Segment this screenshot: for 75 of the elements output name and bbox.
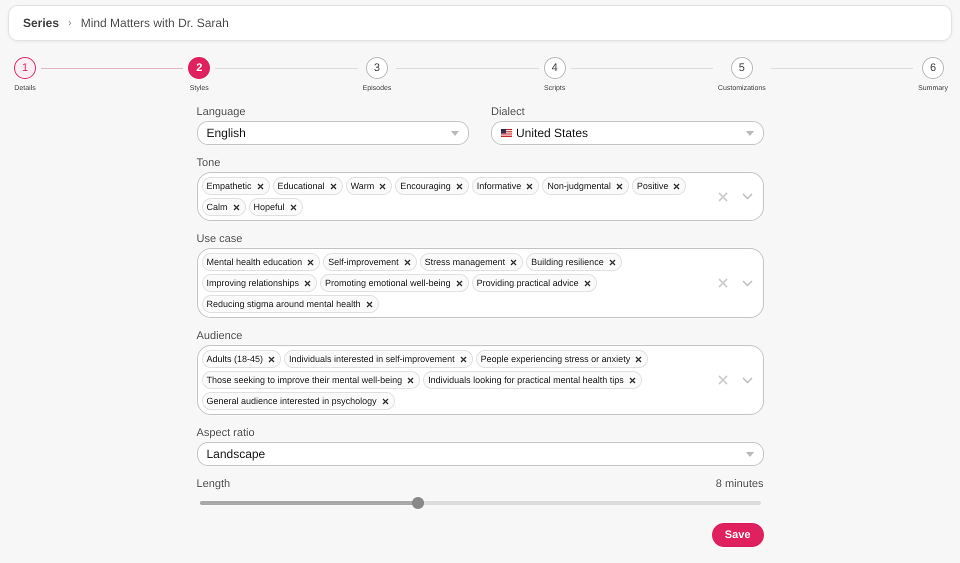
remove-icon[interactable] <box>304 280 312 286</box>
remove-icon[interactable] <box>330 182 337 190</box>
tag-label: Empathetic <box>206 181 252 191</box>
field-label: Use case <box>196 233 244 245</box>
remove-icon[interactable] <box>456 280 463 286</box>
remove-icon[interactable] <box>382 398 389 404</box>
tag-label: Improving relationships <box>206 278 300 288</box>
breadcrumb-separator: › <box>68 17 72 29</box>
remove-icon[interactable] <box>290 204 297 210</box>
remove-icon[interactable] <box>379 182 386 190</box>
tag-label: Informative <box>476 181 522 191</box>
tag-label: Those seeking to improve their mental well-being <box>206 375 402 385</box>
tag-label: Encouraging <box>400 181 451 191</box>
tag-label: Providing practical advice <box>476 278 579 288</box>
caret-icon <box>451 130 459 136</box>
tag-label: Educational <box>278 181 325 191</box>
remove-icon[interactable] <box>366 300 373 308</box>
tag-label: Self-improvement <box>328 257 399 267</box>
save-button[interactable]: Save <box>712 523 764 547</box>
step-circle[interactable]: 4 <box>544 57 566 79</box>
caret-icon <box>746 452 754 456</box>
field-label: Language <box>196 106 246 118</box>
breadcrumb-link[interactable]: Series <box>23 16 60 30</box>
breadcrumb-current: Mind Matters with Dr. Sarah <box>80 16 229 30</box>
step-circle[interactable]: 5 <box>730 57 753 79</box>
remove-icon[interactable] <box>404 258 411 266</box>
remove-icon[interactable] <box>608 258 616 266</box>
tag-label: Adults (18-45) <box>206 354 264 364</box>
tag-label: Positive <box>636 181 668 191</box>
remove-icon[interactable] <box>584 280 591 286</box>
tag-label: Hopeful <box>254 202 285 212</box>
remove-icon[interactable] <box>232 204 240 210</box>
tag-label: People experiencing stress or anxiety <box>480 354 630 364</box>
field-label: Dialect <box>491 106 526 118</box>
step-circle[interactable]: 1 <box>14 57 36 79</box>
remove-icon[interactable] <box>256 182 264 190</box>
language-select[interactable]: English <box>196 121 469 145</box>
slider-thumb[interactable] <box>412 497 424 509</box>
remove-icon[interactable] <box>460 356 467 362</box>
multi-select[interactable] <box>196 345 764 415</box>
tag-label: Individuals interested in self-improvement <box>289 354 455 364</box>
field-label: Aspect ratio <box>196 427 256 439</box>
remove-icon[interactable] <box>307 258 314 266</box>
multi-select[interactable]: Empathetic Educational Warm Encouraging Informative Non-judgmental Positive Calm Hopeful <box>196 172 764 221</box>
caret-icon <box>746 130 754 136</box>
remove-icon[interactable] <box>407 376 414 384</box>
tag-label: Warm <box>350 181 374 191</box>
field-label: Tone <box>196 157 222 169</box>
tag-label: Individuals looking for practical mental health tips <box>428 375 624 385</box>
tag-label: Promoting emotional well-being <box>325 278 451 288</box>
remove-icon[interactable] <box>616 182 623 190</box>
field-label: Length <box>196 478 230 490</box>
tag-label: Reducing stigma around mental health <box>206 299 361 309</box>
remove-icon[interactable] <box>673 182 680 190</box>
multi-select[interactable]: Mental health education Self-improvement Stress management Building resilience Improving relationships Promoting emotional well-being Providing practical advice Reducing stigma around mental health <box>196 248 764 318</box>
remove-icon[interactable] <box>510 258 518 266</box>
remove-icon[interactable] <box>456 182 463 190</box>
tag-label: Calm <box>206 202 228 212</box>
tag-label: Non-judgmental <box>547 181 611 191</box>
tag-label: Stress management <box>424 257 506 267</box>
remove-icon[interactable] <box>635 356 642 362</box>
remove-icon[interactable] <box>628 376 636 384</box>
tag-label: General audience interested in psychology <box>206 396 377 406</box>
remove-icon[interactable] <box>526 182 534 190</box>
tag-label: Building resilience <box>531 257 604 267</box>
field-label: Audience <box>196 330 244 342</box>
step-circle[interactable]: 2 <box>188 57 210 79</box>
tag-label: Mental health education <box>206 257 302 267</box>
dialect-select[interactable]: United States <box>491 121 764 145</box>
step-circle[interactable]: 3 <box>366 57 388 79</box>
aspect-ratio-select[interactable]: Landscape <box>196 442 764 466</box>
remove-icon[interactable] <box>268 356 276 362</box>
flag-icon <box>501 129 512 137</box>
step-circle[interactable]: 6 <box>922 57 944 79</box>
length-reading: 8 minutes <box>716 478 764 490</box>
